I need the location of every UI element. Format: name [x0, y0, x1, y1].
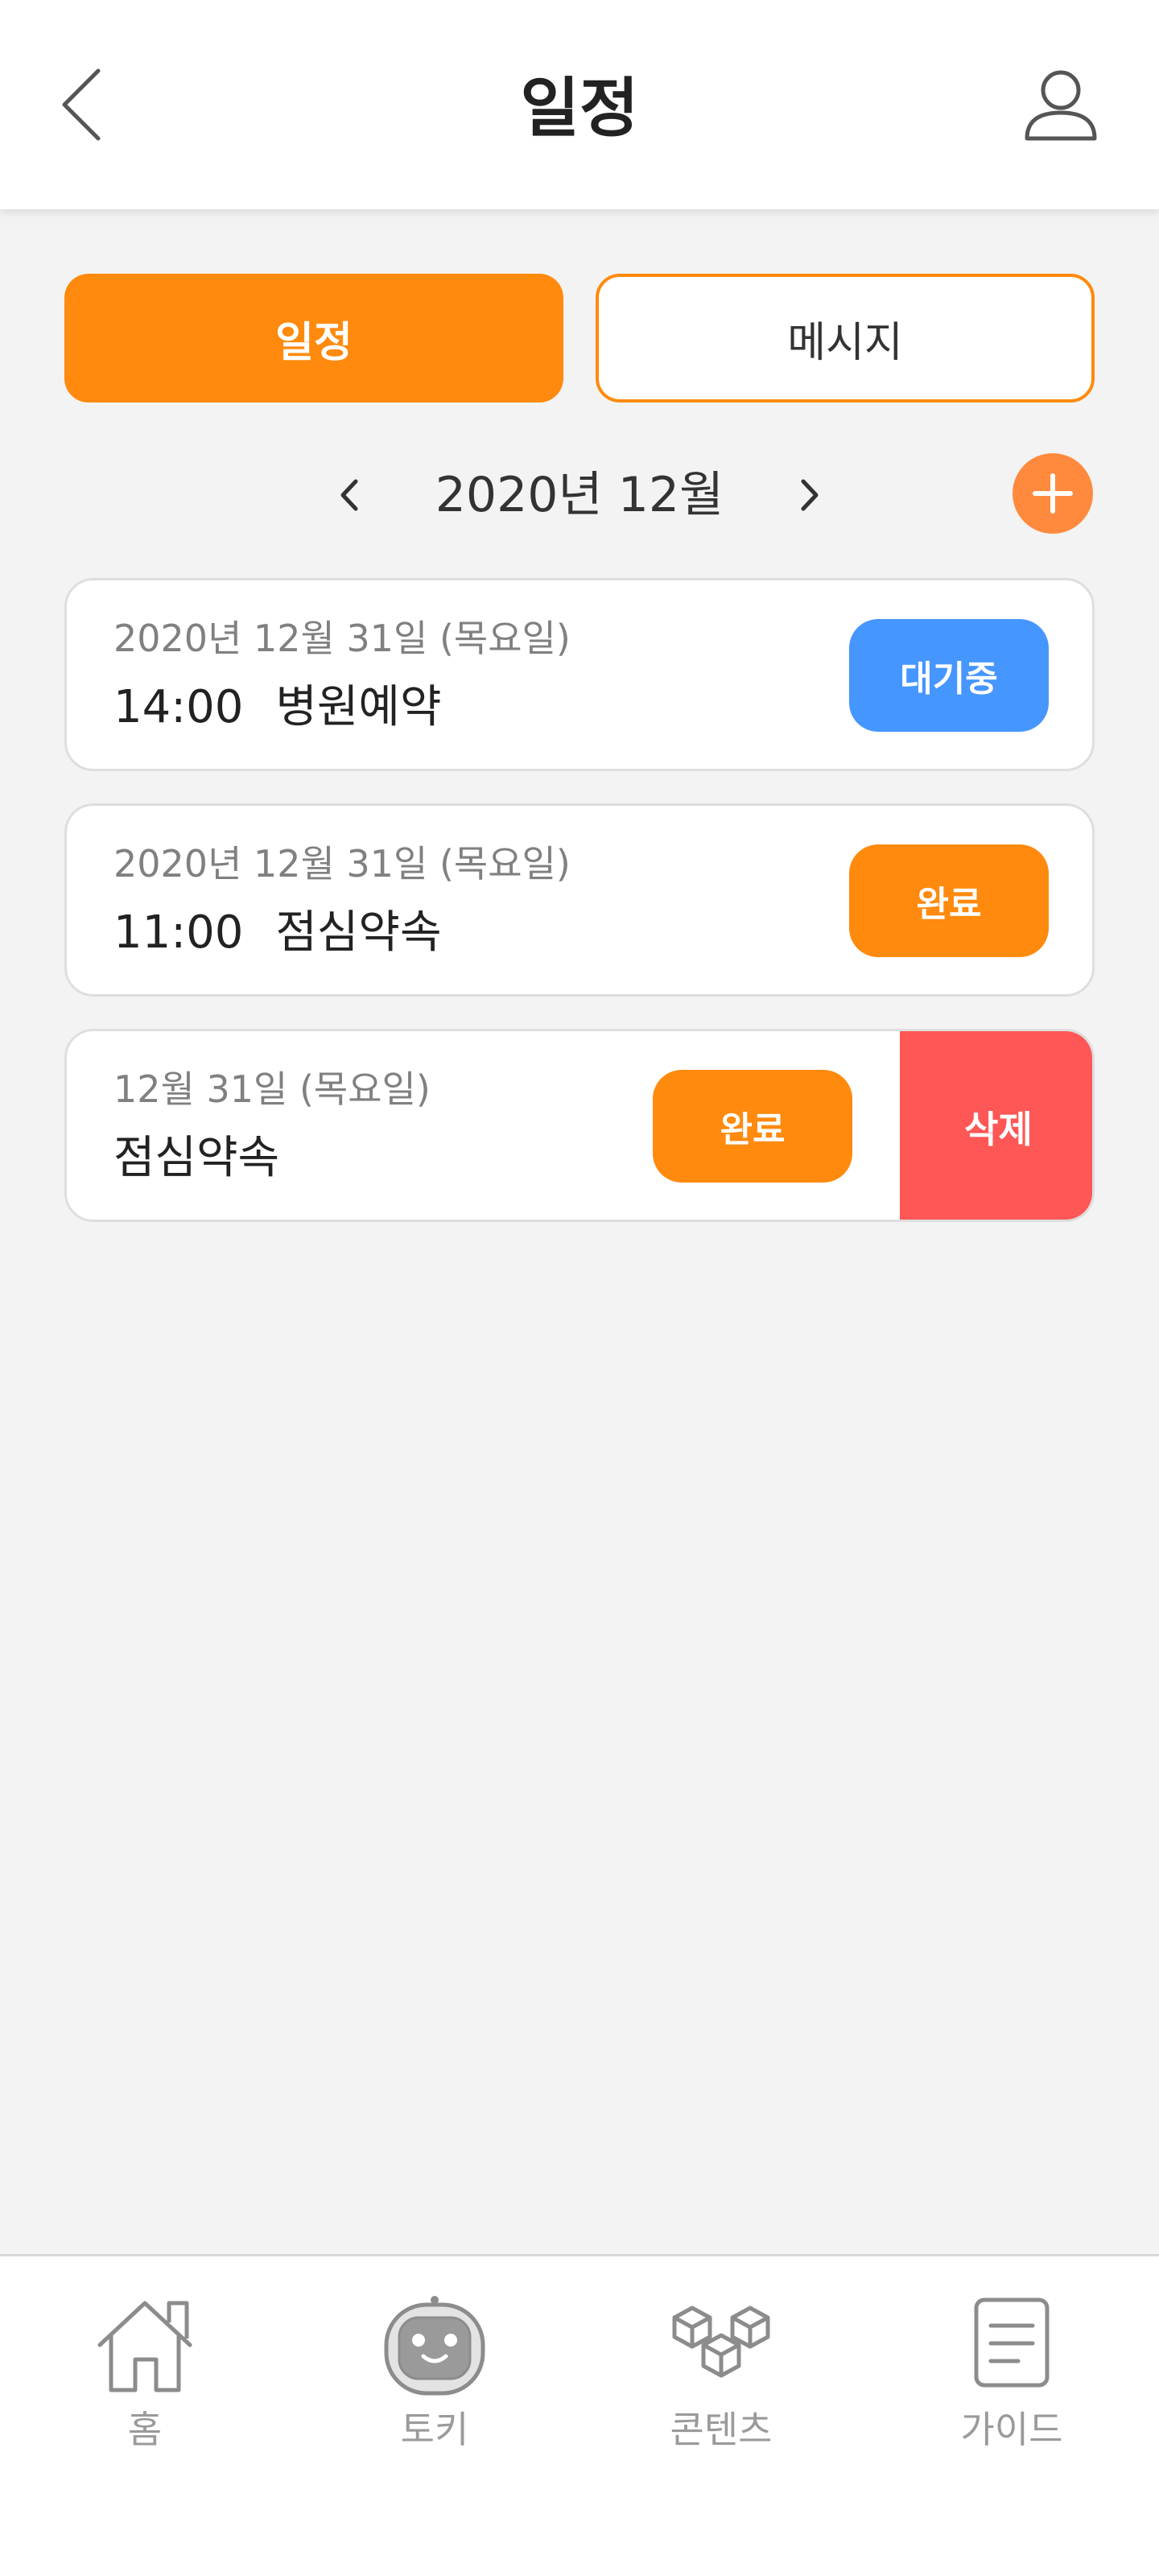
- home-icon: [97, 2301, 192, 2392]
- schedule-title: 점심약속: [275, 906, 442, 959]
- nav-label: 토키: [400, 2408, 469, 2451]
- status-complete-button[interactable]: 완료: [653, 1070, 852, 1183]
- document-icon: [974, 2297, 1050, 2388]
- cubes-icon: [672, 2306, 770, 2378]
- tab-schedule[interactable]: 일정: [64, 274, 563, 402]
- schedule-line: 점심약속: [113, 1126, 279, 1191]
- chevron-left-icon: [340, 479, 358, 511]
- nav-label: 홈: [127, 2408, 163, 2451]
- next-month-button[interactable]: [781, 467, 837, 523]
- page-title: 일정: [520, 71, 639, 146]
- nav-guide[interactable]: 가이드: [931, 2289, 1092, 2482]
- schedule-date: 2020년 12월 31일 (목요일): [113, 617, 571, 660]
- add-schedule-button[interactable]: [1013, 453, 1093, 534]
- robot-icon: [384, 2296, 485, 2396]
- schedule-line: 11:00 점심약속: [113, 901, 441, 965]
- user-icon: [1025, 70, 1097, 141]
- nav-contents[interactable]: 콘텐츠: [641, 2289, 802, 2482]
- schedule-time: 11:00: [113, 906, 244, 959]
- nav-label: 콘텐츠: [670, 2408, 773, 2451]
- nav-home[interactable]: 홈: [64, 2289, 225, 2482]
- tab-message[interactable]: 메시지: [596, 274, 1095, 402]
- schedule-title: 점심약속: [113, 1132, 280, 1184]
- delete-button[interactable]: 삭제: [900, 1031, 1092, 1220]
- bottom-navigation: 홈 토키 콘텐츠 가이드: [0, 2254, 1159, 2576]
- schedule-date: 2020년 12월 31일 (목요일): [113, 842, 571, 886]
- header: 일정: [0, 0, 1159, 209]
- schedule-card-swiped[interactable]: 12월 31일 (목요일) 점심약속 완료 삭제: [64, 1029, 1095, 1222]
- schedule-title: 병원예약: [275, 681, 442, 733]
- previous-month-button[interactable]: [322, 467, 378, 523]
- status-waiting-button[interactable]: 대기중: [849, 619, 1049, 732]
- schedule-line: 14:00 병원예약: [113, 675, 441, 740]
- schedule-card[interactable]: 2020년 12월 31일 (목요일) 11:00 점심약속 완료: [64, 803, 1095, 997]
- nav-label: 가이드: [960, 2408, 1063, 2451]
- schedule-card[interactable]: 2020년 12월 31일 (목요일) 14:00 병원예약 대기중: [64, 578, 1095, 771]
- profile-button[interactable]: [1021, 64, 1101, 145]
- nav-toki[interactable]: 토키: [354, 2289, 515, 2482]
- plus-icon: [1033, 473, 1073, 514]
- chevron-right-icon: [801, 479, 819, 511]
- schedule-time: 14:00: [113, 681, 244, 733]
- schedule-date: 12월 31일 (목요일): [113, 1067, 431, 1111]
- status-complete-button[interactable]: 완료: [849, 844, 1049, 957]
- month-label: 2020년 12월: [435, 467, 724, 523]
